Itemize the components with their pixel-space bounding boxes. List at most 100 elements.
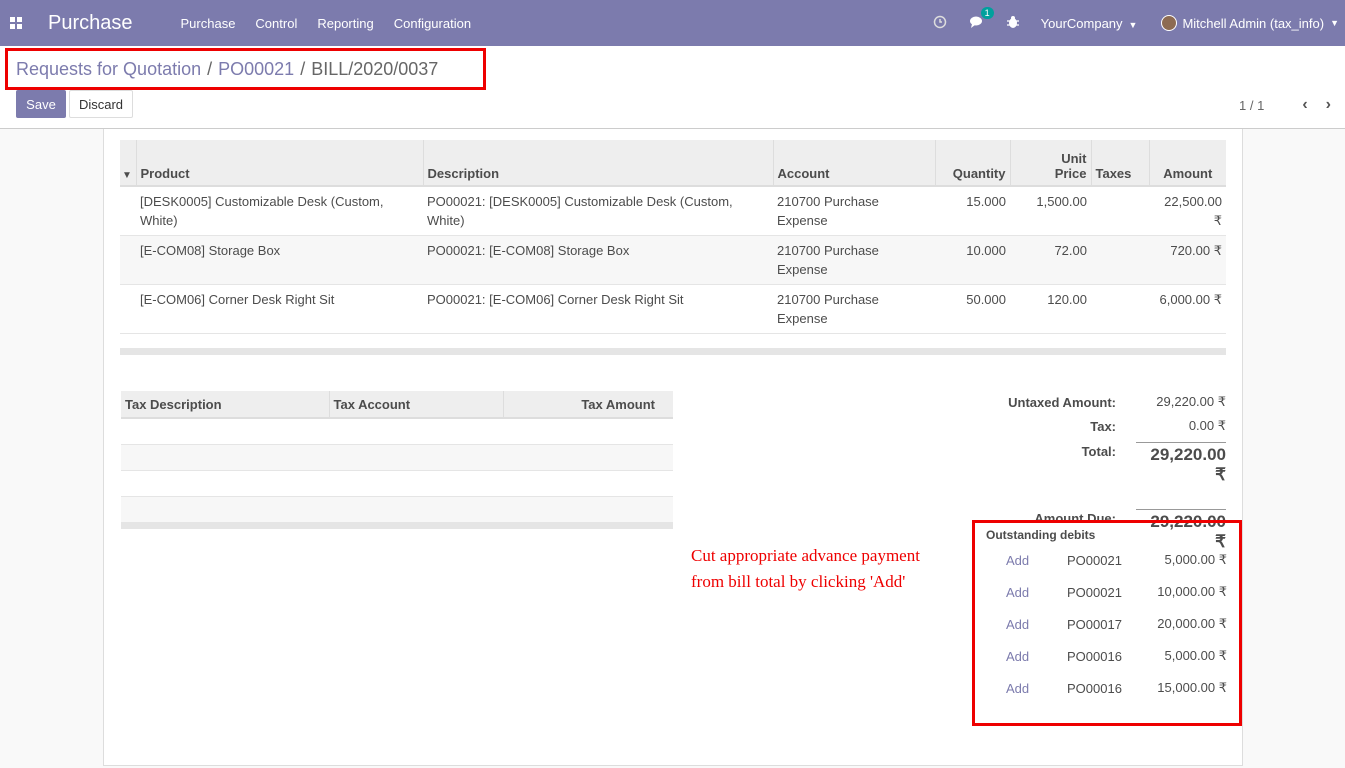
bug-icon[interactable] [1006, 15, 1019, 32]
add-debit-link[interactable]: Add [1006, 553, 1050, 568]
save-button[interactable]: Save [16, 90, 66, 118]
outstanding-debit-row: Add PO00017 20,000.00 ₹ [975, 612, 1239, 636]
debit-amount: 20,000.00 ₹ [1157, 616, 1227, 631]
caret-down-icon: ▼ [1128, 19, 1138, 30]
product-cell: [DESK0005] Customizable Desk (Custom, Wh… [136, 186, 423, 236]
amount-cell: 6,000.00 ₹ [1149, 284, 1226, 334]
company-switcher[interactable]: YourCompany ▼ [1041, 16, 1138, 31]
column-header[interactable]: Tax Description [121, 391, 330, 419]
column-header[interactable]: Amount [1149, 140, 1226, 187]
discard-button[interactable]: Discard [69, 90, 133, 118]
unit-price-cell: 1,500.00 [1010, 186, 1091, 236]
app-title[interactable]: Purchase [48, 12, 133, 35]
chat-badge: 1 [980, 6, 994, 19]
control-panel: Requests for Quotation / PO00021/BILL/2020… [0, 46, 1345, 129]
outstanding-debits-box: Outstanding debits Add PO00021 5,000.00 … [972, 520, 1242, 726]
table-row[interactable]: [E-COM08] Storage Box PO00021: [E-COM08]… [120, 235, 1226, 285]
unit-price-cell: 120.00 [1010, 284, 1091, 334]
taxes-cell [1091, 186, 1149, 236]
breadcrumb-highlight-box [5, 48, 486, 90]
pager: 1 / 1 ‹ › [1239, 96, 1331, 114]
tax-table: Tax Description Tax Account Tax Amount [121, 391, 673, 523]
top-navbar: Purchase Purchase Control Reporting Conf… [0, 0, 1345, 46]
user-menu[interactable]: Mitchell Admin (tax_info) ▼ [1161, 15, 1339, 31]
invoice-lines-table: ▼ Product Description Account Quantity U… [120, 140, 1226, 334]
tax-label: Tax: [1090, 418, 1116, 434]
table-row[interactable]: [E-COM06] Corner Desk Right Sit PO00021:… [120, 284, 1226, 334]
user-name: Mitchell Admin (tax_info) [1182, 15, 1325, 31]
apps-icon[interactable] [0, 0, 32, 46]
column-header[interactable]: Product [136, 140, 424, 187]
column-header[interactable]: Unit Price [1010, 140, 1092, 187]
amount-cell: 22,500.00 ₹ [1149, 186, 1226, 236]
tax-row: Tax: 0.00 ₹ [986, 418, 1226, 434]
debit-reference: PO00016 [1067, 648, 1122, 664]
outstanding-debit-row: Add PO00021 5,000.00 ₹ [975, 548, 1239, 572]
debit-amount: 5,000.00 ₹ [1164, 552, 1228, 567]
lines-table-footer [120, 348, 1226, 355]
add-debit-link[interactable]: Add [1006, 649, 1050, 664]
quantity-cell: 50.000 [935, 284, 1010, 334]
unit-price-cell: 72.00 [1010, 235, 1091, 285]
product-cell: [E-COM08] Storage Box [136, 235, 423, 285]
table-row [121, 496, 673, 523]
form-sheet: ▼ Product Description Account Quantity U… [103, 129, 1243, 766]
column-header[interactable]: Tax Account [329, 391, 504, 419]
add-debit-link[interactable]: Add [1006, 617, 1050, 632]
column-header[interactable]: Description [423, 140, 774, 187]
column-header[interactable]: Account [773, 140, 936, 187]
clock-icon[interactable] [933, 15, 947, 32]
menu-configuration[interactable]: Configuration [394, 16, 471, 31]
total-row: Total: 29,220.00 ₹ [986, 442, 1226, 485]
debit-reference: PO00021 [1067, 552, 1122, 568]
table-row [121, 470, 673, 497]
quantity-cell: 10.000 [935, 235, 1010, 285]
column-header[interactable]: Quantity [935, 140, 1011, 187]
taxes-cell [1091, 235, 1149, 285]
chevron-left-icon[interactable]: ‹ [1302, 96, 1307, 114]
menu-reporting[interactable]: Reporting [317, 16, 373, 31]
debit-reference: PO00017 [1067, 616, 1122, 632]
chat-icon[interactable]: 1 [969, 6, 994, 32]
description-cell: PO00021: [E-COM06] Corner Desk Right Sit [423, 284, 773, 334]
untaxed-row: Untaxed Amount: 29,220.00 ₹ [986, 394, 1226, 410]
sort-caret-icon[interactable]: ▼ [120, 140, 137, 187]
untaxed-value: 29,220.00 ₹ [1156, 394, 1226, 409]
outstanding-debit-row: Add PO00016 15,000.00 ₹ [975, 676, 1239, 700]
chevron-right-icon[interactable]: › [1326, 96, 1331, 114]
product-cell: [E-COM06] Corner Desk Right Sit [136, 284, 423, 334]
description-cell: PO00021: [DESK0005] Customizable Desk (C… [423, 186, 773, 236]
column-header[interactable]: Tax Amount [503, 391, 673, 419]
table-row [121, 418, 673, 445]
amount-cell: 720.00 ₹ [1149, 235, 1226, 285]
untaxed-label: Untaxed Amount: [1008, 394, 1116, 410]
quantity-cell: 15.000 [935, 186, 1010, 236]
add-debit-link[interactable]: Add [1006, 681, 1050, 696]
pager-value[interactable]: 1 / 1 [1239, 98, 1264, 113]
tax-value: 0.00 ₹ [1188, 418, 1226, 433]
company-name: YourCompany [1040, 15, 1123, 31]
tax-table-footer [121, 522, 673, 529]
debit-amount: 15,000.00 ₹ [1157, 680, 1227, 695]
add-debit-link[interactable]: Add [1006, 585, 1050, 600]
avatar [1161, 15, 1178, 31]
menu-control[interactable]: Control [255, 16, 297, 31]
table-row [121, 444, 673, 471]
total-value: 29,220.00 ₹ [1136, 442, 1226, 485]
account-cell: 210700 Purchase Expense [773, 186, 935, 236]
debit-reference: PO00016 [1067, 680, 1122, 696]
outstanding-debit-row: Add PO00021 10,000.00 ₹ [975, 580, 1239, 604]
debit-reference: PO00021 [1067, 584, 1122, 600]
annotation-text: Cut appropriate advance payment from bil… [691, 546, 920, 591]
caret-down-icon: ▼ [1330, 18, 1339, 28]
total-label: Total: [1081, 444, 1116, 459]
menu-purchase[interactable]: Purchase [181, 16, 236, 31]
outstanding-debits-title: Outstanding debits [986, 528, 1096, 542]
column-header[interactable]: Taxes [1091, 140, 1150, 187]
outstanding-debit-row: Add PO00016 5,000.00 ₹ [975, 644, 1239, 668]
taxes-cell [1091, 284, 1149, 334]
description-cell: PO00021: [E-COM08] Storage Box [423, 235, 773, 285]
table-row[interactable]: [DESK0005] Customizable Desk (Custom, Wh… [120, 186, 1226, 236]
account-cell: 210700 Purchase Expense [773, 284, 935, 334]
debit-amount: 10,000.00 ₹ [1157, 584, 1227, 599]
